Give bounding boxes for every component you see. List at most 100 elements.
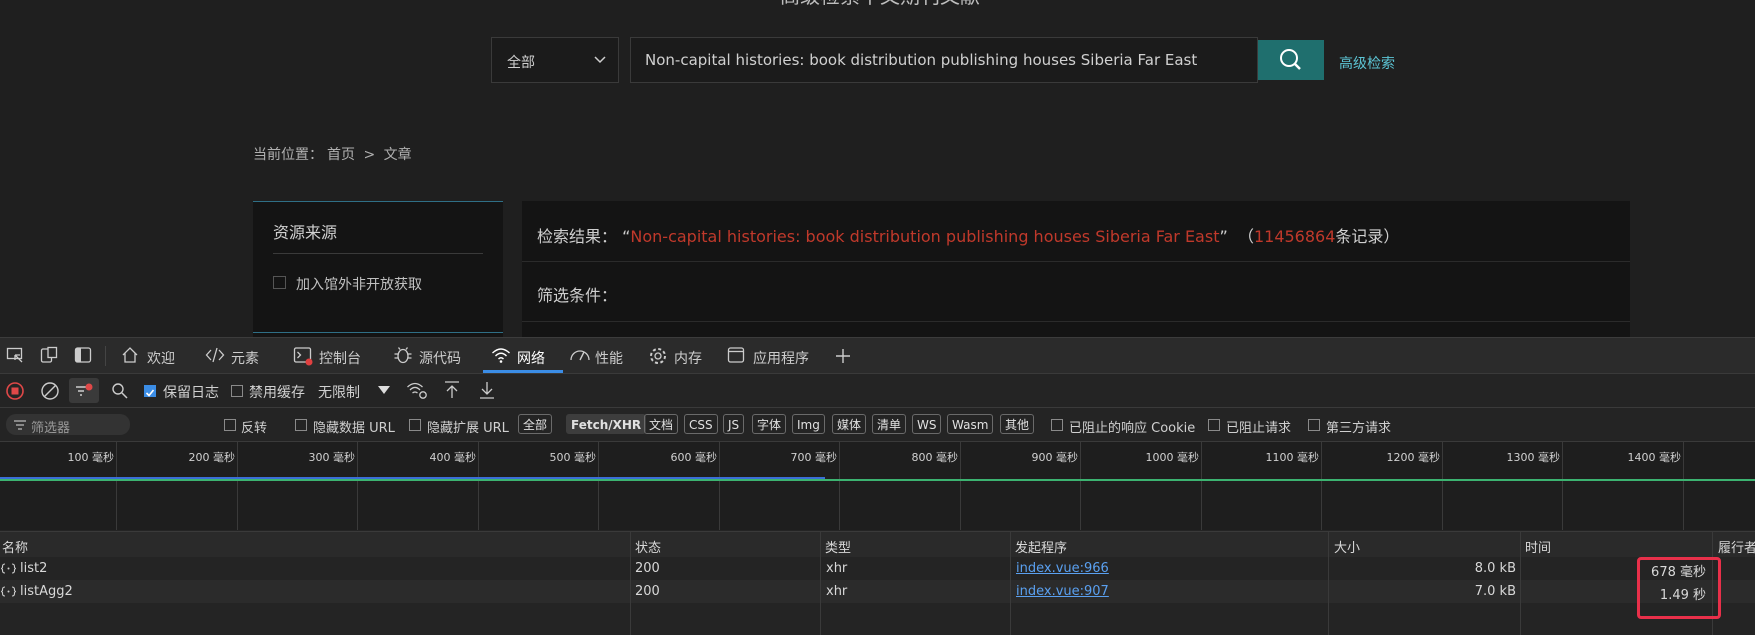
divider <box>105 346 106 366</box>
device-emulation-icon[interactable] <box>40 346 58 364</box>
timeline-gridline <box>960 442 961 530</box>
scope-select[interactable]: 全部 <box>491 37 619 83</box>
request-type: xhr <box>826 584 848 599</box>
search-button[interactable] <box>1258 40 1324 80</box>
request-table-header: 名称 状态 类型 发起程序 大小 时间 履行者 <box>0 531 1755 558</box>
timeline-gridline <box>357 442 358 530</box>
table-row[interactable]: listAgg2 200 xhr index.vue:907 7.0 kB 1.… <box>0 580 1755 603</box>
filter-toggle-button[interactable] <box>69 378 99 403</box>
type-filter-ws[interactable]: WS <box>912 414 942 434</box>
caret-down-icon[interactable] <box>378 386 390 394</box>
record-stop-icon[interactable] <box>5 381 25 401</box>
type-filter-manifest[interactable]: 清单 <box>872 414 907 434</box>
column-initiator[interactable]: 发起程序 <box>1015 537 1067 556</box>
blocked-requests-checkbox[interactable] <box>1208 419 1220 431</box>
request-initiator-link[interactable]: index.vue:966 <box>1016 561 1109 576</box>
type-filter-css[interactable]: CSS <box>684 414 718 434</box>
table-row[interactable]: list2 200 xhr index.vue:966 8.0 kB 678 毫… <box>0 557 1755 580</box>
window-icon <box>727 347 745 363</box>
scope-select-value: 全部 <box>507 55 535 71</box>
dock-side-icon[interactable] <box>74 346 92 364</box>
type-filter-media[interactable]: 媒体 <box>832 414 867 434</box>
advanced-search-link[interactable]: 高级检索 <box>1339 53 1395 73</box>
wifi-icon <box>492 348 510 363</box>
column-divider <box>820 531 821 635</box>
column-type[interactable]: 类型 <box>825 537 851 556</box>
blocked-cookies-checkbox[interactable] <box>1051 419 1063 431</box>
timeline-gridline <box>1321 442 1322 530</box>
tab-label: 性能 <box>595 351 623 367</box>
network-conditions-icon[interactable] <box>406 380 428 400</box>
hide-data-url-checkbox[interactable] <box>295 419 307 431</box>
bug-icon <box>394 347 412 364</box>
type-filter-js[interactable]: JS <box>723 414 745 434</box>
network-toolbar: 保留日志 禁用缓存 无限制 <box>0 374 1755 408</box>
filter-placeholder: 筛选器 <box>31 421 71 436</box>
preserve-log-checkbox[interactable] <box>144 385 156 397</box>
search-input-value: Non-capital histories: book distribution… <box>645 51 1198 69</box>
column-name[interactable]: 名称 <box>2 537 28 556</box>
breadcrumb-separator: > <box>363 147 376 163</box>
third-party-label: 第三方请求 <box>1326 421 1392 436</box>
column-status[interactable]: 状态 <box>635 537 661 556</box>
timeline-tick-label: 700 毫秒 <box>790 451 838 464</box>
filter-input[interactable]: 筛选器 <box>6 414 130 436</box>
request-type: xhr <box>826 561 848 576</box>
search-input[interactable]: Non-capital histories: book distribution… <box>630 37 1258 83</box>
results-count: 11456864 <box>1253 227 1336 246</box>
timeline-gridline <box>839 442 840 530</box>
column-size[interactable]: 大小 <box>1334 537 1360 556</box>
import-har-icon[interactable] <box>443 380 461 400</box>
timeline-gridline <box>478 442 479 530</box>
tab-label: 应用程序 <box>753 351 809 367</box>
external-access-label: 加入馆外非开放获取 <box>296 277 422 293</box>
search-icon[interactable] <box>111 382 129 400</box>
inspect-icon[interactable] <box>6 346 24 364</box>
type-filter-wasm[interactable]: Wasm <box>947 414 994 434</box>
blocked-cookies-label: 已阻止的响应 Cookie <box>1069 421 1196 436</box>
invert-checkbox[interactable] <box>224 419 236 431</box>
divider <box>273 253 483 254</box>
timeline-gridline <box>1201 442 1202 530</box>
website-viewport: 高级检索中文期刊文献 全部 Non-capital histories: boo… <box>0 0 1755 337</box>
breadcrumb-prefix: 当前位置： <box>253 147 323 163</box>
type-filter-img[interactable]: Img <box>792 414 825 434</box>
tab-label: 源代码 <box>419 351 461 367</box>
timeline-tick-label: 900 毫秒 <box>1031 451 1079 464</box>
time-highlight-annotation <box>1637 557 1721 619</box>
network-overview-timeline[interactable]: 100 毫秒 200 毫秒 300 毫秒 400 毫秒 500 毫秒 600 毫… <box>0 442 1755 530</box>
results-summary: 检索结果： “Non-capital histories: book distr… <box>537 223 1399 247</box>
request-name: list2 <box>20 561 48 576</box>
table-empty-area <box>0 603 1755 635</box>
results-count-suffix: 条记录） <box>1335 227 1400 246</box>
filter-icon <box>76 383 93 396</box>
timeline-tick-label: 100 毫秒 <box>67 451 115 464</box>
clear-icon[interactable] <box>40 381 60 401</box>
results-count-open: （ <box>1237 227 1254 246</box>
type-filter-doc[interactable]: 文档 <box>644 414 679 434</box>
export-har-icon[interactable] <box>478 380 496 400</box>
column-time[interactable]: 时间 <box>1525 537 1551 556</box>
external-access-checkbox[interactable] <box>273 276 286 289</box>
type-filter-other[interactable]: 其他 <box>1000 414 1035 434</box>
type-filter-fetch-xhr[interactable]: Fetch/XHR <box>566 414 647 434</box>
timeline-tick-label: 1200 毫秒 <box>1386 451 1441 464</box>
timeline-tick-label: 600 毫秒 <box>670 451 718 464</box>
devtools-panel: 欢迎 元素 控制台 源代码 网络 性能 内存 应用程序 保留日志 禁用缓存 无限… <box>0 337 1755 635</box>
request-initiator-link[interactable]: index.vue:907 <box>1016 584 1109 599</box>
divider <box>522 321 1630 322</box>
type-filter-all[interactable]: 全部 <box>518 414 553 434</box>
throttle-select[interactable]: 无限制 <box>318 382 360 402</box>
type-filter-font[interactable]: 字体 <box>752 414 787 434</box>
timeline-tick-label: 1400 毫秒 <box>1627 451 1682 464</box>
breadcrumb-home[interactable]: 首页 <box>327 147 355 163</box>
plus-icon[interactable] <box>834 347 852 365</box>
timeline-tick-label: 200 毫秒 <box>188 451 236 464</box>
column-divider <box>1520 531 1521 635</box>
hide-extension-url-checkbox[interactable] <box>409 419 421 431</box>
third-party-checkbox[interactable] <box>1308 419 1320 431</box>
timeline-gridline <box>1442 442 1443 530</box>
column-fulfilled-by[interactable]: 履行者 <box>1718 537 1755 556</box>
column-divider <box>1328 531 1329 635</box>
disable-cache-checkbox[interactable] <box>231 385 243 397</box>
